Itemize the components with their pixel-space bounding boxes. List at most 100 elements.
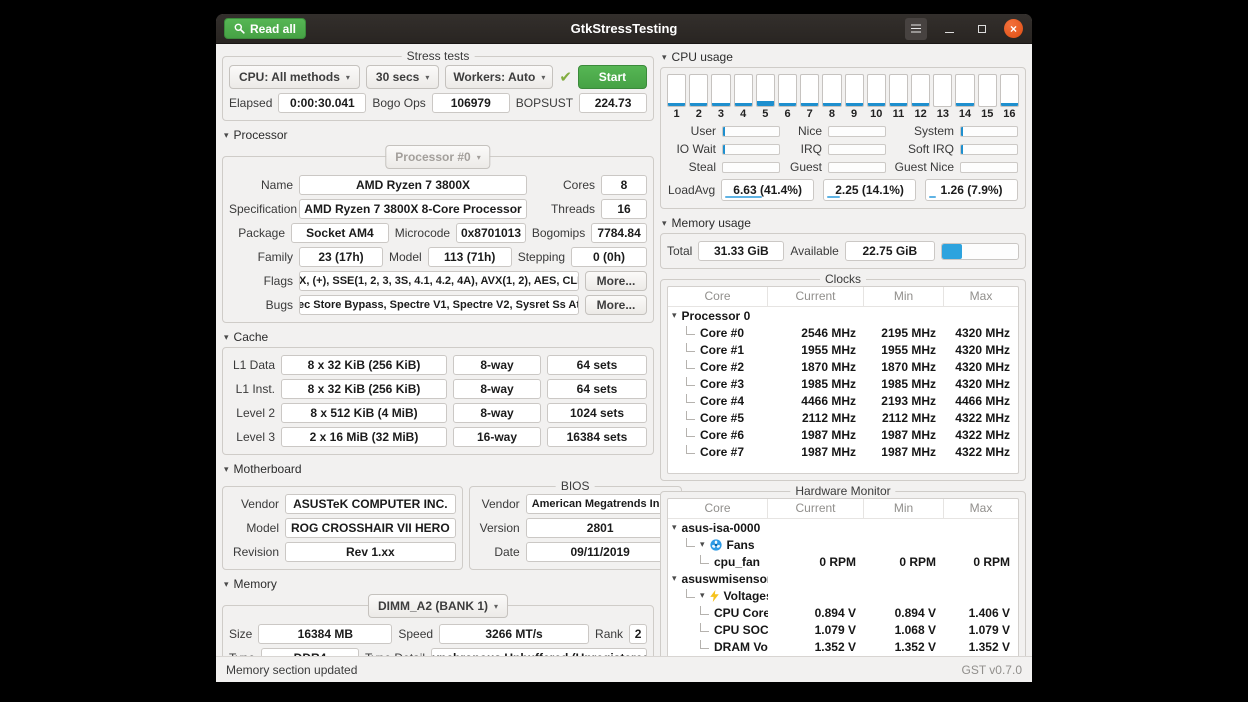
sensor-row[interactable]: DRAM Voltage1.352 V1.352 V1.352 V (668, 638, 1018, 655)
cache-size-field[interactable]: 8 x 32 KiB (256 KiB) (281, 379, 447, 399)
cache-sets-field[interactable]: 64 sets (547, 355, 647, 375)
clock-row[interactable]: Core #21870 MHz1870 MHz4320 MHz (668, 358, 1018, 375)
clock-row[interactable]: Core #11955 MHz1955 MHz4320 MHz (668, 341, 1018, 358)
bugs-more-button[interactable]: More... (585, 295, 647, 315)
mobo-revision-field[interactable]: Rev 1.xx (285, 542, 456, 562)
motherboard-expander[interactable]: ▾ Motherboard (224, 462, 654, 476)
statusbar: Memory section updated GST v0.7.0 (216, 656, 1032, 682)
column-header-current[interactable]: Current (768, 499, 864, 518)
mem-available-field[interactable]: 22.75 GiB (845, 241, 935, 261)
model-field[interactable]: 113 (71h) (428, 247, 512, 267)
cache-sets-field[interactable]: 1024 sets (547, 403, 647, 423)
loadavg-value[interactable]: 2.25 (14.1%) (823, 179, 916, 201)
mem-speed-field[interactable]: 3266 MT/s (439, 624, 589, 644)
clock-row[interactable]: Core #44466 MHz2193 MHz4466 MHz (668, 392, 1018, 409)
sensor-row[interactable]: VDDP Voltage0.556 V0.545 V0.556 V (668, 655, 1018, 656)
clock-row[interactable]: Core #31985 MHz1985 MHz4320 MHz (668, 375, 1018, 392)
mem-rank-field[interactable]: 2 (629, 624, 647, 644)
spec-field[interactable]: AMD Ryzen 7 3800X 8-Core Processor (299, 199, 527, 219)
cpu-core-cell: 5 (756, 74, 775, 120)
column-header-core[interactable]: Core (668, 287, 768, 306)
bios-vendor-field[interactable]: American Megatrends Inc. (526, 494, 675, 514)
dimm-selector-dropdown[interactable]: DIMM_A2 (BANK 1)▾ (368, 594, 508, 618)
sensor-group-row[interactable]: ▾Fans (668, 536, 1018, 553)
minimize-button[interactable] (938, 18, 960, 40)
clock-row[interactable]: Core #61987 MHz1987 MHz4322 MHz (668, 426, 1018, 443)
sensor-row[interactable]: CPU SOC Voltage1.079 V1.068 V1.079 V (668, 621, 1018, 638)
bugs-field[interactable]: Spec Store Bypass, Spectre V1, Spectre V… (299, 295, 579, 315)
menu-button[interactable] (905, 18, 927, 40)
cache-size-field[interactable]: 2 x 16 MiB (32 MiB) (281, 427, 447, 447)
sensor-group-row[interactable]: ▾asuswmisensors-isa-0000 (668, 570, 1018, 587)
stress-workers-dropdown[interactable]: Workers: Auto▾ (445, 65, 553, 89)
mem-type-field[interactable]: DDR4 (261, 648, 359, 656)
cache-size-field[interactable]: 8 x 32 KiB (256 KiB) (281, 355, 447, 375)
clock-row[interactable]: Core #71987 MHz1987 MHz4322 MHz (668, 443, 1018, 460)
package-field[interactable]: Socket AM4 (291, 223, 389, 243)
loadavg-value[interactable]: 1.26 (7.9%) (925, 179, 1018, 201)
family-field[interactable]: 23 (17h) (299, 247, 383, 267)
clock-row[interactable]: Core #02546 MHz2195 MHz4320 MHz (668, 324, 1018, 341)
sensor-row[interactable]: CPU Core Voltage0.894 V0.894 V1.406 V (668, 604, 1018, 621)
mem-size-field[interactable]: 16384 MB (258, 624, 392, 644)
stress-duration-dropdown[interactable]: 30 secs▾ (366, 65, 439, 89)
maximize-button[interactable] (971, 18, 993, 40)
memory-expander[interactable]: ▾ Memory (224, 577, 654, 591)
cpu-core-number: 14 (955, 108, 974, 120)
mobo-model-field[interactable]: ROG CROSSHAIR VII HERO (285, 518, 456, 538)
mem-total-field[interactable]: 31.33 GiB (698, 241, 784, 261)
stress-tests-group: Stress tests CPU: All methods▾ 30 secs▾ … (222, 56, 654, 121)
threads-field[interactable]: 16 (601, 199, 647, 219)
loadavg-value[interactable]: 6.63 (41.4%) (721, 179, 814, 201)
processor-selector-dropdown[interactable]: Processor #0▾ (385, 145, 490, 169)
bios-version-field[interactable]: 2801 (526, 518, 675, 538)
cache-ways-field[interactable]: 8-way (453, 355, 541, 375)
cpu-name-field[interactable]: AMD Ryzen 7 3800X (299, 175, 527, 195)
mem-type-detail-field[interactable]: Synchronous Unbuffered (Unregistered) (431, 648, 647, 656)
column-header-core[interactable]: Core (668, 499, 768, 518)
bogo-ops-field[interactable]: 106979 (432, 93, 510, 113)
flags-more-button[interactable]: More... (585, 271, 647, 291)
cache-ways-field[interactable]: 16-way (453, 427, 541, 447)
cache-ways-field[interactable]: 8-way (453, 403, 541, 423)
stress-method-dropdown[interactable]: CPU: All methods▾ (229, 65, 360, 89)
microcode-label: Microcode (395, 226, 450, 240)
cpu-core-bar (667, 74, 686, 107)
sensor-group-row[interactable]: ▾asus-isa-0000 (668, 519, 1018, 536)
mobo-vendor-field[interactable]: ASUSTeK COMPUTER INC. (285, 494, 456, 514)
maximize-icon (978, 25, 986, 33)
clock-row[interactable]: Core #52112 MHz2112 MHz4322 MHz (668, 409, 1018, 426)
cache-ways-field[interactable]: 8-way (453, 379, 541, 399)
mem-rank-label: Rank (595, 627, 623, 641)
meter-label: Guest Nice (892, 160, 954, 174)
cpu-core-bar (955, 74, 974, 107)
column-header-current[interactable]: Current (768, 287, 864, 306)
sensor-group-row[interactable]: ▾Voltages (668, 587, 1018, 604)
cache-expander[interactable]: ▾ Cache (224, 330, 654, 344)
bios-date-field[interactable]: 09/11/2019 (526, 542, 675, 562)
sensor-row[interactable]: cpu_fan0 RPM0 RPM0 RPM (668, 553, 1018, 570)
bogomips-field[interactable]: 7784.84 (591, 223, 647, 243)
memory-usage-expander[interactable]: ▾ Memory usage (662, 216, 1026, 230)
flags-field[interactable]: MMX, (+), SSE(1, 2, 3, 3S, 4.1, 4.2, 4A)… (299, 271, 579, 291)
stepping-field[interactable]: 0 (0h) (571, 247, 647, 267)
column-header-min[interactable]: Min (864, 287, 944, 306)
processor-expander[interactable]: ▾ Processor (224, 128, 654, 142)
elapsed-field[interactable]: 0:00:30.041 (278, 93, 366, 113)
clock-group-row[interactable]: ▾Processor 0 (668, 307, 1018, 324)
bopsust-field[interactable]: 224.73 (579, 93, 647, 113)
cache-size-field[interactable]: 8 x 512 KiB (4 MiB) (281, 403, 447, 423)
cores-field[interactable]: 8 (601, 175, 647, 195)
mem-total-label: Total (667, 244, 692, 258)
start-button[interactable]: Start (578, 65, 647, 89)
cpu-usage-expander[interactable]: ▾ CPU usage (662, 50, 1026, 64)
read-all-button[interactable]: Read all (224, 18, 306, 39)
column-header-max[interactable]: Max (944, 287, 1018, 306)
cache-sets-field[interactable]: 64 sets (547, 379, 647, 399)
meter-bar (722, 144, 780, 155)
column-header-max[interactable]: Max (944, 499, 1018, 518)
column-header-min[interactable]: Min (864, 499, 944, 518)
microcode-field[interactable]: 0x8701013 (456, 223, 526, 243)
cache-sets-field[interactable]: 16384 sets (547, 427, 647, 447)
close-button[interactable]: × (1004, 19, 1023, 38)
